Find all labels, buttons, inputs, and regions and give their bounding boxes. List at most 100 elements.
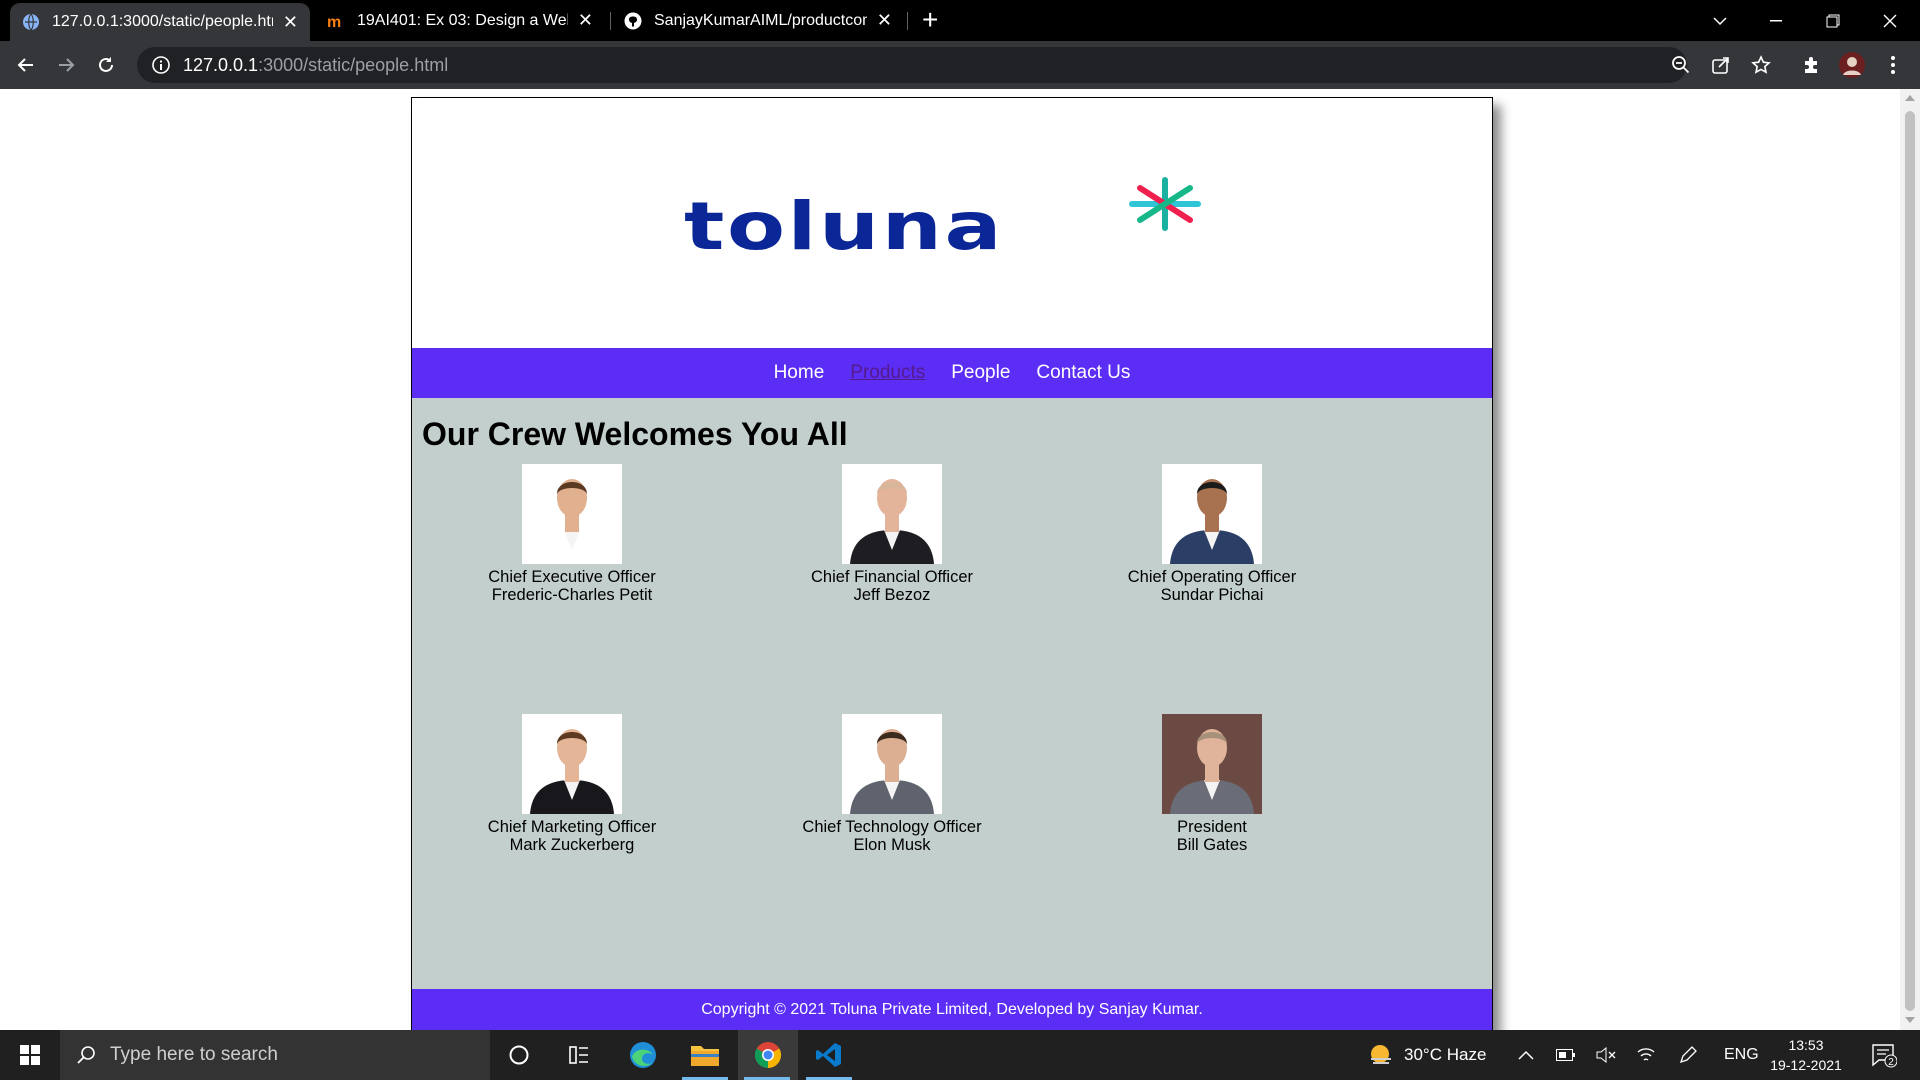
scroll-down-icon[interactable]	[1905, 1017, 1915, 1023]
portrait-image	[522, 714, 622, 814]
portrait-image	[842, 464, 942, 564]
person-role: Chief Marketing Officer	[487, 818, 657, 836]
person-name: Jeff Bezoz	[853, 586, 931, 604]
browser-toolbar: 127.0.0.1:3000/static/people.html	[0, 41, 1920, 89]
edge-icon[interactable]	[614, 1030, 672, 1080]
windows-start-icon[interactable]	[0, 1030, 60, 1080]
address-bar[interactable]: 127.0.0.1:3000/static/people.html	[137, 47, 1687, 83]
task-view-icon[interactable]	[550, 1030, 608, 1080]
person-role: President	[1177, 818, 1247, 836]
share-icon[interactable]	[1709, 53, 1733, 77]
person-card: Chief Marketing Officer Mark Zuckerberg	[412, 714, 732, 854]
portrait-image	[522, 464, 622, 564]
tab-separator	[907, 12, 908, 30]
github-icon	[624, 12, 642, 30]
people-section: Our Crew Welcomes You All Chief Executiv…	[412, 398, 1492, 989]
volume-muted-icon[interactable]	[1596, 1030, 1616, 1080]
info-icon[interactable]	[151, 55, 171, 75]
language-indicator[interactable]: ENG	[1724, 1030, 1759, 1080]
tab-separator	[610, 12, 611, 30]
weather-text: 30°C Haze	[1404, 1045, 1487, 1064]
nav-contact-link[interactable]: Contact Us	[1036, 362, 1130, 384]
person-card: Chief Financial Officer Jeff Bezoz	[732, 464, 1052, 604]
bookmark-star-icon[interactable]	[1749, 53, 1773, 77]
weather-widget[interactable]: 30°C Haze	[1368, 1030, 1486, 1080]
nav-home-link[interactable]: Home	[774, 362, 825, 384]
vscode-icon[interactable]	[800, 1030, 858, 1080]
pen-icon[interactable]	[1678, 1030, 1698, 1080]
portrait-image	[1162, 714, 1262, 814]
taskbar-search-box[interactable]: Type here to search	[60, 1030, 490, 1080]
site-footer: Copyright © 2021 Toluna Private Limited,…	[412, 989, 1492, 1031]
close-tab-icon[interactable]: ✕	[578, 10, 593, 31]
url-path: :3000/static/people.html	[258, 54, 449, 75]
profile-avatar-icon[interactable]	[1838, 51, 1866, 79]
nav-people-link[interactable]: People	[951, 362, 1010, 384]
notifications-icon[interactable]: 2	[1866, 1030, 1902, 1080]
page-title: Our Crew Welcomes You All	[422, 416, 848, 452]
extensions-icon[interactable]	[1799, 53, 1823, 77]
search-icon	[77, 1046, 95, 1064]
browser-tab-strip: 127.0.0.1:3000/static/people.html ✕ m 19…	[0, 0, 1920, 41]
person-card: Chief Technology Officer Elon Musk	[732, 714, 1052, 854]
zoom-icon[interactable]	[1669, 53, 1693, 77]
tab-moodle[interactable]: m 19AI401: Ex 03: Design a Website ✕	[315, 0, 605, 41]
weather-haze-icon	[1371, 1045, 1391, 1064]
minimize-icon[interactable]	[1748, 0, 1804, 41]
person-card: Chief Executive Officer Frederic-Charles…	[412, 464, 732, 604]
clock-date: 19-12-2021	[1770, 1057, 1842, 1073]
scroll-thumb[interactable]	[1905, 111, 1915, 1011]
clock[interactable]: 13:53 19-12-2021	[1768, 1030, 1844, 1080]
person-role: Chief Executive Officer	[488, 568, 656, 586]
portrait-image	[1162, 464, 1262, 564]
restore-icon[interactable]	[1805, 0, 1861, 41]
person-name: Bill Gates	[1176, 836, 1248, 854]
site-header: toluna	[412, 98, 1492, 348]
search-placeholder: Type here to search	[110, 1044, 278, 1065]
tab-github[interactable]: SanjayKumarAIML/productcomp ✕	[612, 0, 904, 41]
close-tab-icon[interactable]: ✕	[283, 12, 298, 33]
person-card: Chief Operating Officer Sundar Pichai	[1052, 464, 1372, 604]
forward-icon[interactable]	[54, 53, 78, 77]
person-role: Chief Financial Officer	[810, 568, 973, 586]
close-window-icon[interactable]	[1862, 0, 1918, 41]
reload-icon[interactable]	[94, 53, 118, 77]
person-name: Frederic-Charles Petit	[491, 586, 653, 604]
hidden-icons-chevron-icon[interactable]	[1518, 1030, 1534, 1080]
tab-search-icon[interactable]	[1692, 0, 1748, 41]
person-role: Chief Technology Officer	[802, 818, 982, 836]
wifi-icon[interactable]	[1636, 1030, 1656, 1080]
scroll-up-icon[interactable]	[1905, 95, 1915, 101]
url-host: 127.0.0.1	[183, 54, 259, 75]
back-icon[interactable]	[14, 53, 38, 77]
person-name: Sundar Pichai	[1160, 586, 1264, 604]
chrome-icon[interactable]	[738, 1030, 798, 1080]
globe-icon	[22, 13, 40, 31]
asterisk-logo-icon	[1129, 177, 1201, 231]
portrait-image	[842, 714, 942, 814]
moodle-icon: m	[327, 12, 345, 30]
svg-text:m: m	[327, 14, 341, 30]
cortana-icon[interactable]	[490, 1030, 548, 1080]
main-nav: Home Products People Contact Us	[412, 348, 1492, 398]
tab-title: SanjayKumarAIML/productcomp	[654, 11, 867, 29]
tab-title: 127.0.0.1:3000/static/people.html	[52, 13, 273, 30]
menu-kebab-icon[interactable]	[1881, 53, 1905, 77]
person-name: Mark Zuckerberg	[509, 836, 635, 854]
logo-wordmark: toluna	[684, 188, 1005, 265]
windows-taskbar: Type here to search 30°C Haze ENG 13:53 …	[0, 1030, 1920, 1080]
person-name: Elon Musk	[853, 836, 931, 854]
tab-people[interactable]: 127.0.0.1:3000/static/people.html ✕	[10, 3, 310, 41]
tab-title: 19AI401: Ex 03: Design a Website	[357, 11, 568, 29]
vertical-scrollbar[interactable]	[1900, 89, 1920, 1030]
person-card: President Bill Gates	[1052, 714, 1372, 854]
toluna-logo[interactable]: toluna	[684, 177, 1201, 265]
site-container: toluna Home Products People Contact Us O…	[411, 97, 1493, 1032]
page-viewport: toluna Home Products People Contact Us O…	[0, 89, 1900, 1032]
file-explorer-icon[interactable]	[676, 1030, 734, 1080]
close-tab-icon[interactable]: ✕	[877, 10, 892, 31]
battery-icon[interactable]	[1556, 1030, 1576, 1080]
notification-count: 2	[1888, 1057, 1894, 1068]
new-tab-button[interactable]: +	[922, 4, 938, 36]
nav-products-link[interactable]: Products	[850, 362, 925, 384]
